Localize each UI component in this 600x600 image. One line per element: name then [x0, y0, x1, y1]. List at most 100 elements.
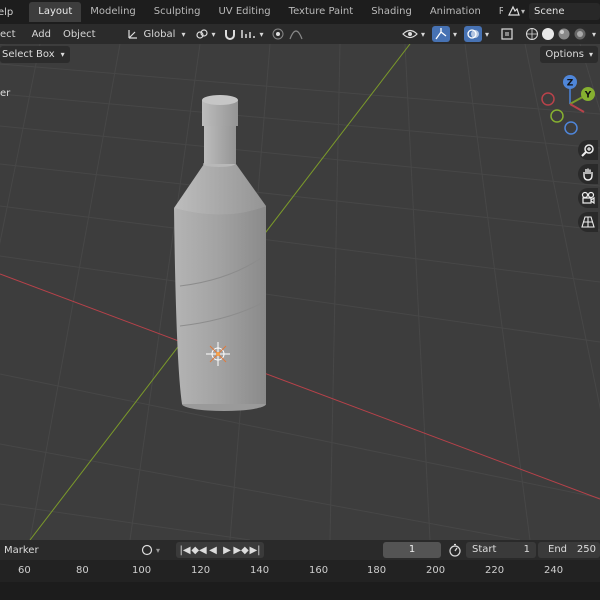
scene-selector: ▾ Scene: [502, 2, 600, 20]
navigation-tools: [578, 140, 600, 232]
tab-layout[interactable]: Layout: [29, 2, 82, 22]
stopwatch-icon[interactable]: [448, 543, 462, 557]
chevron-down-icon: ▾: [181, 29, 186, 39]
bottle-mesh[interactable]: [174, 95, 266, 411]
snapping[interactable]: ▾: [223, 27, 263, 41]
ruler-tick-label: 160: [309, 565, 329, 576]
start-value: 1: [523, 544, 530, 555]
jump-start-icon[interactable]: |◀: [178, 543, 192, 557]
navigation-gizmo[interactable]: Z Y: [536, 70, 600, 142]
y-axis-label: Y: [584, 91, 592, 101]
overlays-toggle-button[interactable]: [464, 26, 483, 42]
timeline-body[interactable]: [0, 582, 600, 600]
zoom-button[interactable]: [578, 140, 598, 160]
add-menu[interactable]: Add: [26, 29, 57, 40]
playback-controls: |◀ ◆◀ ◀ ▶ ▶◆ ▶|: [176, 542, 264, 558]
neg-y-axis-ball: [550, 109, 564, 123]
ruler-tick-label: 240: [544, 565, 564, 576]
pivot-point[interactable]: ▾: [195, 27, 215, 41]
hand-icon: [583, 168, 593, 181]
play-reverse-icon[interactable]: ◀: [206, 543, 220, 557]
3d-viewport[interactable]: Select Box ▾ Options ▾ er Z Y: [0, 44, 600, 540]
tab-texture-paint[interactable]: Texture Paint: [280, 2, 363, 22]
ruler-tick-label: 220: [485, 565, 505, 576]
tab-uv-editing[interactable]: UV Editing: [209, 2, 279, 22]
xray-icon[interactable]: [500, 27, 514, 41]
falloff-icon: [289, 30, 304, 40]
next-keyframe-icon[interactable]: ▶◆: [233, 543, 248, 557]
tab-sculpting[interactable]: Sculpting: [145, 2, 210, 22]
overlay-icon: [467, 29, 480, 39]
options-label: Options: [545, 48, 584, 60]
chevron-down-icon: ▾: [211, 29, 216, 39]
rendered-shading-icon[interactable]: [573, 27, 587, 41]
tab-shading[interactable]: Shading: [362, 2, 421, 22]
timeline-header: Marker ▾ |◀ ◆◀ ◀ ▶ ▶◆ ▶| 1 Start 1 End 2…: [0, 540, 600, 560]
chevron-down-icon[interactable]: ▾: [485, 30, 489, 39]
object-menu[interactable]: Object: [57, 29, 102, 40]
scene-icon[interactable]: [507, 4, 521, 18]
end-label: End: [548, 544, 568, 555]
pan-button[interactable]: [578, 164, 598, 184]
perspective-toggle-button[interactable]: [578, 212, 598, 232]
transform-orientation[interactable]: Global ▾: [126, 27, 186, 41]
material-shading-icon[interactable]: [557, 27, 571, 41]
select-mode-dropdown[interactable]: Select Box ▾: [0, 45, 70, 63]
orientation-label: Global: [143, 28, 176, 40]
marker-menu[interactable]: Marker: [4, 545, 39, 556]
prev-keyframe-icon[interactable]: ◆◀: [191, 543, 206, 557]
select-menu[interactable]: ect: [0, 29, 22, 40]
neg-z-axis-ball: [564, 121, 578, 135]
chevron-down-icon[interactable]: ▾: [453, 30, 457, 39]
start-frame-field[interactable]: Start 1: [466, 542, 536, 558]
tab-animation[interactable]: Animation: [421, 2, 490, 22]
proportional-icon: [272, 28, 284, 40]
chevron-down-icon[interactable]: ▾: [156, 546, 160, 555]
keying-controls: ▾: [140, 543, 160, 557]
keying-circle-icon[interactable]: [140, 543, 154, 557]
gizmo-icon: [435, 28, 447, 40]
shading-modes: [523, 26, 590, 42]
neg-x-axis-ball: [541, 92, 555, 106]
jump-end-icon[interactable]: ▶|: [248, 543, 262, 557]
end-frame-field[interactable]: End 250: [538, 542, 600, 558]
visibility-controls: ▾ ▾ ▾ ▾: [402, 26, 596, 42]
viewport-overlay-text: er: [0, 88, 11, 99]
options-dropdown[interactable]: Options ▾: [540, 45, 598, 63]
ruler-tick-label: 120: [191, 565, 211, 576]
ruler-tick-label: 100: [132, 565, 152, 576]
chevron-down-icon[interactable]: ▾: [592, 30, 596, 39]
ruler-tick-label: 140: [250, 565, 270, 576]
ruler-tick-label: 180: [367, 565, 387, 576]
link-icon: [196, 29, 209, 39]
wireframe-shading-icon[interactable]: [525, 27, 539, 41]
ruler-tick-label: 60: [18, 565, 31, 576]
zoom-icon: [581, 144, 594, 157]
solid-shading-icon[interactable]: [541, 27, 555, 41]
tool-settings-bar: Select Box ▾ Options ▾: [0, 44, 600, 64]
z-axis-label: Z: [567, 79, 574, 89]
play-icon[interactable]: ▶: [220, 543, 234, 557]
help-menu[interactable]: elp: [0, 7, 13, 18]
camera-view-button[interactable]: [578, 188, 598, 208]
end-value: 250: [576, 544, 596, 555]
chevron-down-icon: ▾: [588, 49, 593, 59]
top-bar: elp Layout Modeling Sculpting UV Editing…: [0, 0, 600, 24]
current-frame-field[interactable]: 1: [383, 542, 441, 558]
tab-modeling[interactable]: Modeling: [81, 2, 145, 22]
select-mode-label: Select Box: [2, 48, 55, 60]
proportional-editing[interactable]: [271, 27, 304, 41]
viewport-scene: [0, 44, 600, 540]
chevron-down-icon[interactable]: ▾: [421, 30, 425, 39]
gizmo-toggle-button[interactable]: [432, 26, 451, 42]
ruler-tick-label: 80: [76, 565, 89, 576]
magnet-icon: [225, 30, 236, 40]
camera-icon: [581, 191, 595, 205]
chevron-down-icon: ▾: [259, 29, 264, 39]
snap-grid-icon: [241, 30, 256, 38]
frame-ruler[interactable]: 60 80 100 120 140 160 180 200 220 240: [0, 560, 600, 582]
start-label: Start: [472, 544, 497, 555]
chevron-down-icon[interactable]: ▾: [521, 7, 525, 16]
eye-icon[interactable]: [402, 27, 418, 41]
scene-name-field[interactable]: Scene: [529, 2, 600, 20]
